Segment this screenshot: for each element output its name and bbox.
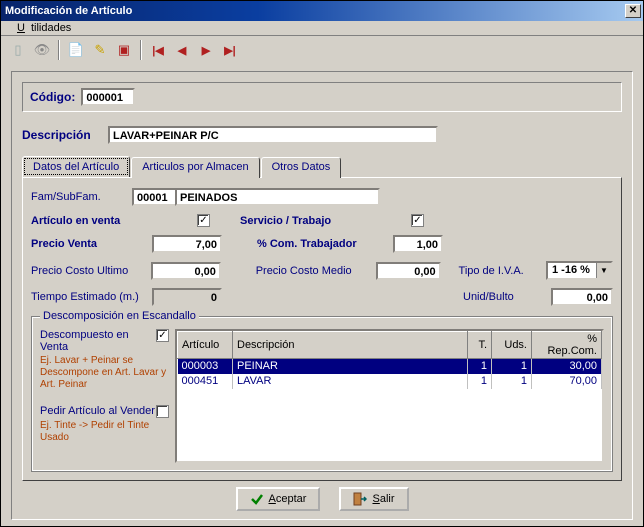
table-row[interactable]: 000451 LAVAR 1 1 70,00 <box>178 374 602 389</box>
serv-trab-label: Servicio / Trabajo <box>240 215 405 227</box>
copy-icon[interactable]: 📄 <box>65 39 87 61</box>
check-icon <box>250 492 264 506</box>
codigo-field[interactable]: 000001 <box>81 88 135 106</box>
window-title: Modificación de Artículo <box>5 5 625 17</box>
pct-com-label: % Com. Trabajador <box>257 238 387 250</box>
table-row[interactable]: 000003 PEINAR 1 1 30,00 <box>178 359 602 374</box>
chevron-down-icon[interactable]: ▼ <box>596 263 611 278</box>
pedir-hint: Ej. Tinte -> Pedir el Tinte Usado <box>40 420 169 444</box>
prev-icon[interactable]: ◀ <box>171 39 193 61</box>
close-button[interactable]: ✕ <box>625 4 641 18</box>
pct-com-field[interactable]: 1,00 <box>393 235 443 253</box>
descripcion-field[interactable]: LAVAR+PEINAR P/C <box>108 126 438 144</box>
tiempo-field: 0 <box>152 288 222 306</box>
next-icon[interactable]: ▶ <box>195 39 217 61</box>
precio-venta-label: Precio Venta <box>31 238 146 250</box>
precio-med-field[interactable]: 0,00 <box>376 262 441 280</box>
toolbar: ▯ 👁 📄 ✎ ▣ |◀ ◀ ▶ ▶| <box>1 36 643 67</box>
tab-articulos-almacen[interactable]: Articulos por Almacen <box>131 157 259 178</box>
escandallo-legend: Descomposición en Escandallo <box>40 310 199 322</box>
tool-doc-icon[interactable]: ▯ <box>7 39 29 61</box>
pedir-label: Pedir Artículo al Vender <box>40 405 156 417</box>
codigo-label: Código: <box>30 90 75 104</box>
menu-utilidades[interactable]: Utilidades <box>5 20 77 36</box>
art-venta-checkbox[interactable]: ✓ <box>197 214 210 227</box>
col-repcom[interactable]: % Rep.Com. <box>532 332 602 359</box>
art-venta-label: Artículo en venta <box>31 215 191 227</box>
fam-label: Fam/SubFam. <box>31 191 126 203</box>
tab-otros-datos[interactable]: Otros Datos <box>261 157 342 178</box>
descomp-checkbox[interactable]: ✓ <box>156 329 169 342</box>
unid-bulto-label: Unid/Bulto <box>463 291 545 303</box>
titlebar: Modificación de Artículo ✕ <box>1 1 643 21</box>
precio-med-label: Precio Costo Medio <box>256 265 370 277</box>
escandallo-table[interactable]: Artículo Descripción T. Uds. % Rep.Com. … <box>175 329 604 463</box>
serv-trab-checkbox[interactable]: ✓ <box>411 214 424 227</box>
codigo-group: Código: 000001 <box>22 82 622 112</box>
tipo-iva-combo[interactable]: 1 -16 % ▼ <box>546 261 613 280</box>
descomp-hint: Ej. Lavar + Peinar se Descompone en Art.… <box>40 355 169 391</box>
exit-icon <box>353 492 367 506</box>
last-icon[interactable]: ▶| <box>219 39 241 61</box>
precio-ult-field[interactable]: 0,00 <box>151 262 221 280</box>
precio-ult-label: Precio Costo Ultimo <box>31 265 145 277</box>
tabs: Datos del Artículo Articulos por Almacen… <box>22 156 622 177</box>
search-icon[interactable]: 👁 <box>31 39 53 61</box>
col-t[interactable]: T. <box>468 332 492 359</box>
col-uds[interactable]: Uds. <box>492 332 532 359</box>
tab-datos-articulo[interactable]: Datos del Artículo <box>22 156 130 177</box>
menubar: Utilidades <box>1 21 643 36</box>
escandallo-group: Descomposición en Escandallo Descompuest… <box>31 316 613 472</box>
first-icon[interactable]: |◀ <box>147 39 169 61</box>
tiempo-label: Tiempo Estimado (m.) <box>31 291 146 303</box>
fam-code-field[interactable]: 00001 <box>132 188 177 206</box>
fam-name-field[interactable]: PEINADOS <box>175 188 380 206</box>
salir-button[interactable]: Salir <box>339 487 408 511</box>
pedir-checkbox[interactable] <box>156 405 169 418</box>
precio-venta-field[interactable]: 7,00 <box>152 235 222 253</box>
tipo-iva-label: Tipo de I.V.A. <box>459 265 540 277</box>
aceptar-button[interactable]: Aceptar <box>236 487 321 511</box>
tipo-iva-value: 1 -16 % <box>548 263 596 278</box>
descripcion-label: Descripción <box>22 128 102 142</box>
edit-icon[interactable]: ✎ <box>89 39 111 61</box>
col-articulo[interactable]: Artículo <box>178 332 233 359</box>
descomp-label: Descompuesto en Venta <box>40 329 156 353</box>
book-icon[interactable]: ▣ <box>113 39 135 61</box>
col-descripcion[interactable]: Descripción <box>233 332 468 359</box>
unid-bulto-field[interactable]: 0,00 <box>551 288 613 306</box>
